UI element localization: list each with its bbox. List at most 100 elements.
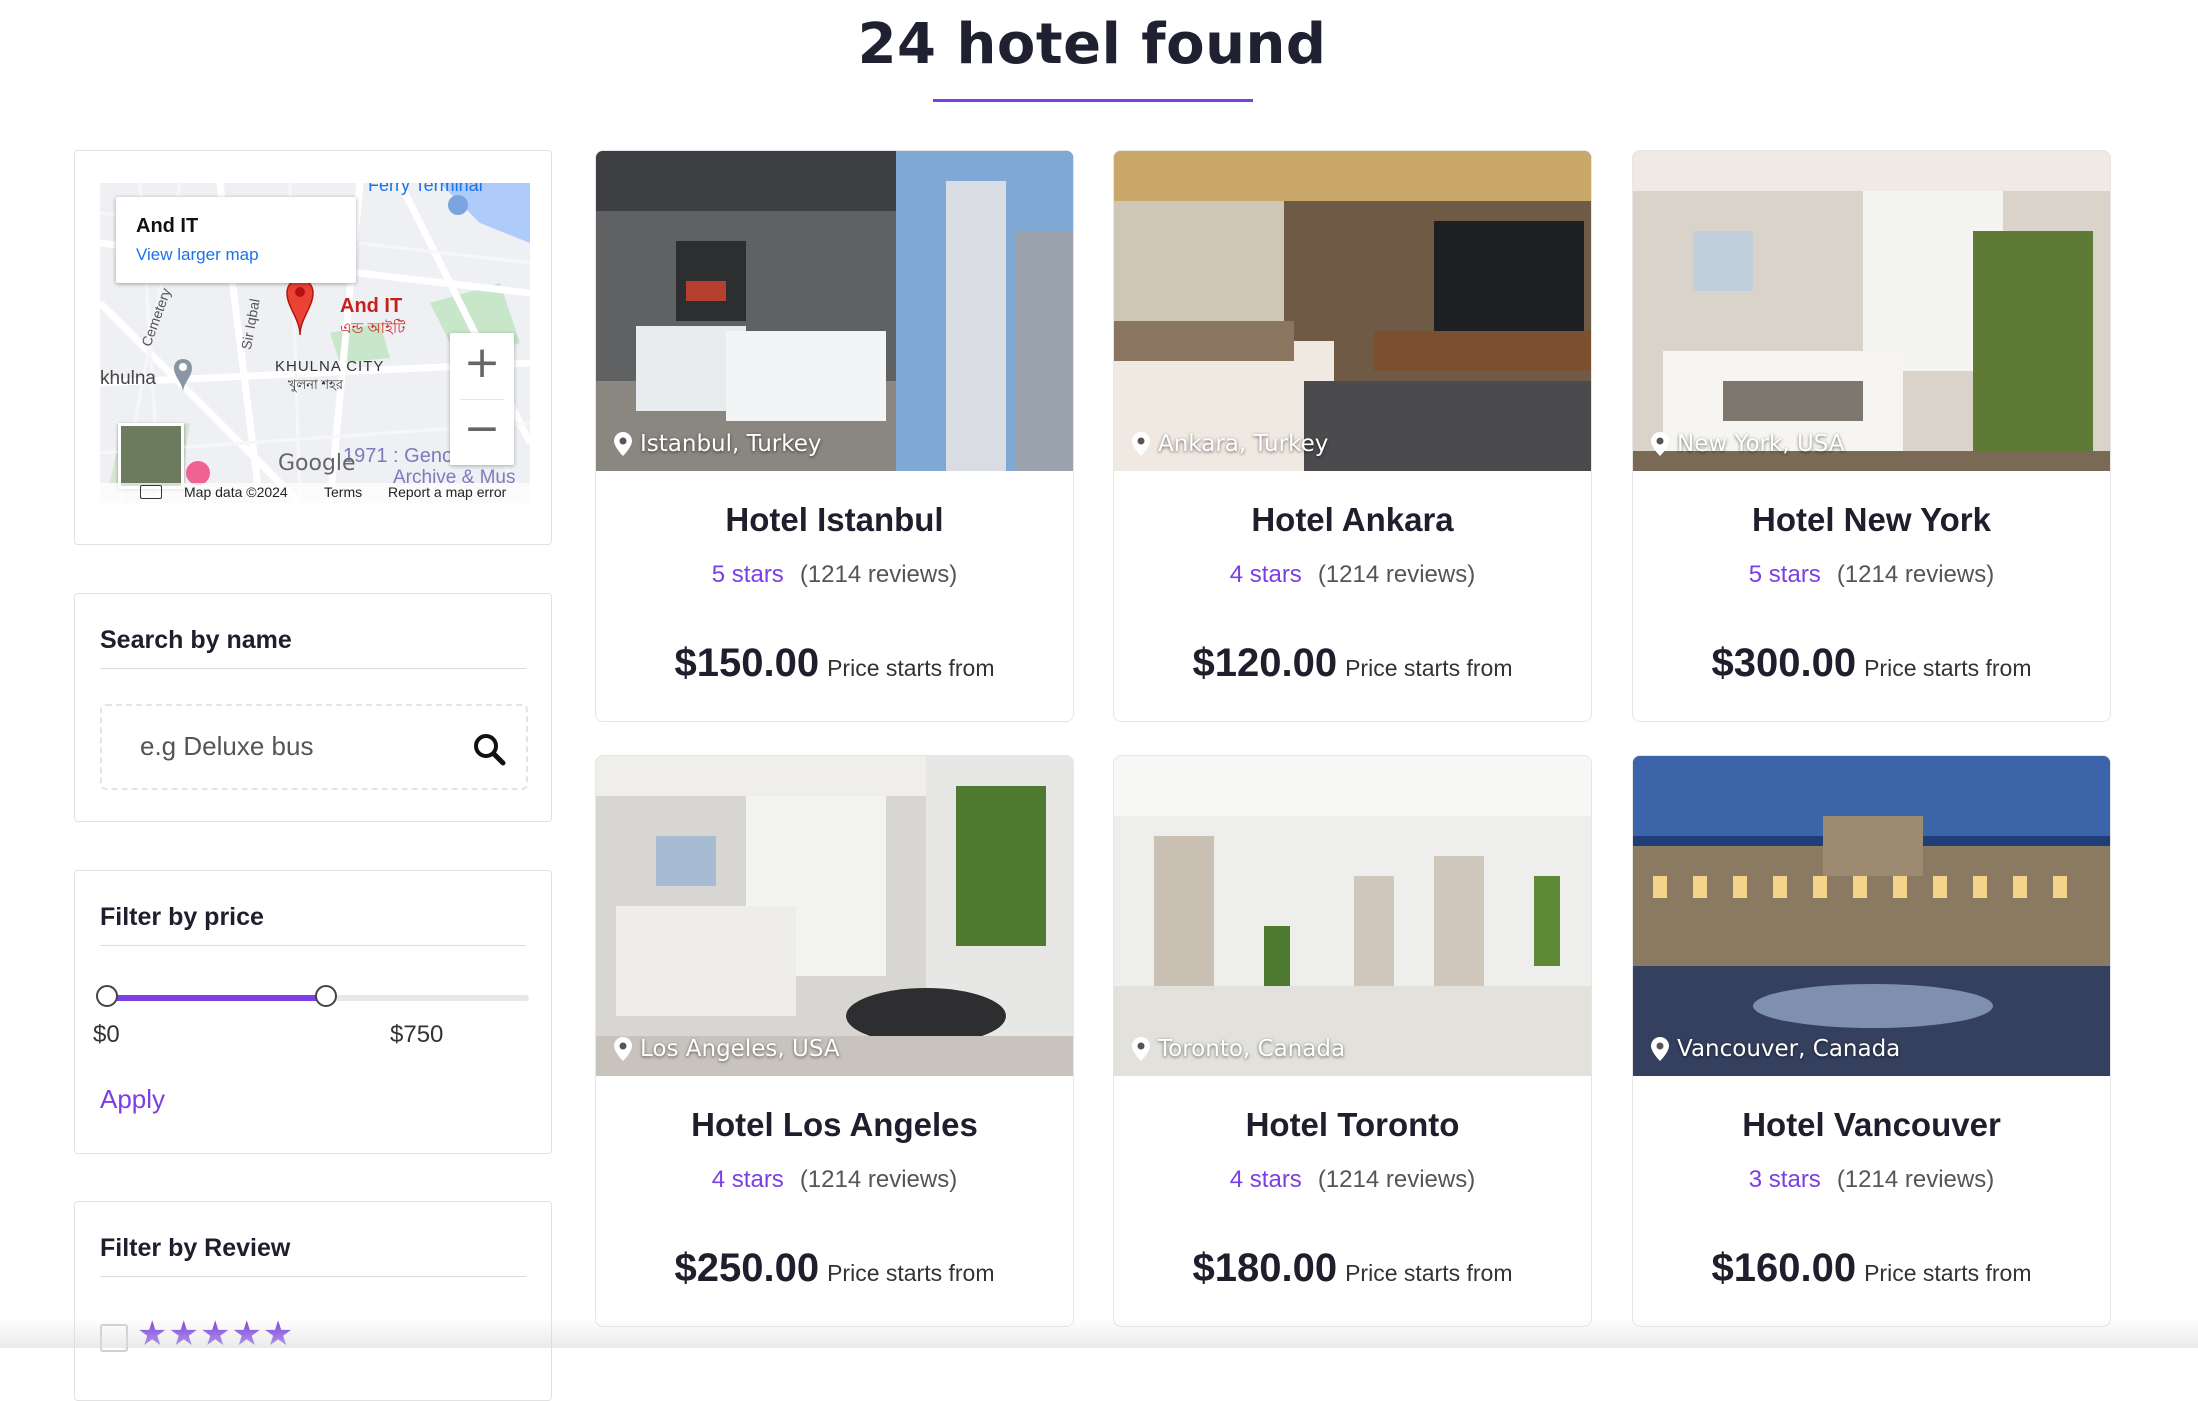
hotel-price: $160.00 Price starts from [1633,1246,2110,1291]
title-underline [933,99,1253,102]
price-max-label: $750 [390,1021,444,1048]
hotel-rating: 4 stars (1214 reviews) [596,1166,1073,1194]
location-pin-icon [614,432,632,456]
hotel-location: Los Angeles, USA [614,1036,840,1062]
hotel-price-value: $150.00 [674,641,820,685]
hotel-photo[interactable]: Los Angeles, USA [596,756,1073,1076]
hotel-photo-image [1114,151,1591,471]
page-title: 24 hotel found [857,12,1327,77]
map-pin-label-bn: এন্ড আইটি [340,320,406,337]
hotel-price-value: $300.00 [1711,641,1857,685]
map-data-text: Map data ©2024 [184,484,288,500]
map-info-card: And IT View larger map [116,197,356,283]
hotel-card[interactable]: New York, USA Hotel New York 5 stars (121… [1632,150,2111,722]
hotel-stars[interactable]: 5 stars [1749,561,1821,588]
keyboard-icon[interactable] [140,485,162,499]
hotel-name[interactable]: Hotel Ankara [1114,501,1591,539]
location-pin-icon [1132,432,1150,456]
hotel-reviews: (1214 reviews) [799,561,958,588]
map-report-link[interactable]: Report a map error [388,484,506,500]
hotel-stars[interactable]: 5 stars [712,561,784,588]
five-stars-icon: ★★★★★ [137,1314,295,1354]
hotel-name[interactable]: Hotel Vancouver [1633,1106,2110,1144]
hotel-photo-image [596,151,1073,471]
divider [100,945,526,946]
hotel-location-text: Ankara, Turkey [1158,431,1329,457]
map-terms-link[interactable]: Terms [324,484,362,500]
hotel-name[interactable]: Hotel New York [1633,501,2110,539]
map-pin-label: And IT [340,295,403,317]
hotel-name[interactable]: Hotel Istanbul [596,501,1073,539]
hotel-stars[interactable]: 4 stars [1230,1166,1302,1193]
hotel-name[interactable]: Hotel Toronto [1114,1106,1591,1144]
embedded-map[interactable]: And IT এন্ড আইটি KHULNA CITY খুলনা শহর k… [100,183,530,503]
review-filter-box: Filter by Review ★★★★★ [74,1201,552,1401]
hotel-location: Vancouver, Canada [1651,1036,1900,1062]
price-max-handle[interactable] [315,985,338,1007]
search-icon[interactable] [472,732,506,766]
hotel-price-value: $180.00 [1192,1246,1338,1290]
divider [100,1276,526,1277]
search-input[interactable] [138,730,442,763]
hotel-price-note: Price starts from [827,1260,995,1286]
satellite-toggle[interactable] [118,423,184,489]
hotel-price: $180.00 Price starts from [1114,1246,1591,1291]
hotel-photo[interactable]: New York, USA [1633,151,2110,471]
hotel-location: Toronto, Canada [1132,1036,1345,1062]
hotel-location: New York, USA [1651,431,1845,457]
hotel-reviews: (1214 reviews) [799,1166,958,1193]
price-filter-box: Filter by price $0 $750 Apply [74,870,552,1154]
price-range-slider[interactable] [96,985,529,1007]
hotel-photo[interactable]: Istanbul, Turkey [596,151,1073,471]
price-range-fill [107,995,327,1001]
hotel-location: Ankara, Turkey [1132,431,1328,457]
apply-button[interactable]: Apply [100,1084,165,1115]
hotel-price: $120.00 Price starts from [1114,641,1591,686]
hotel-card[interactable]: Los Angeles, USA Hotel Los Angeles 4 sta… [595,755,1074,1327]
hotel-price-note: Price starts from [1864,1260,2032,1286]
zoom-out-button[interactable]: − [450,399,514,463]
hotel-photo[interactable]: Vancouver, Canada [1633,756,2110,1076]
divider [100,668,526,669]
hotel-card[interactable]: Toronto, Canada Hotel Toronto 4 stars (12… [1113,755,1592,1327]
hotel-price-value: $120.00 [1192,641,1338,685]
hotel-photo[interactable]: Toronto, Canada [1114,756,1591,1076]
location-pin-icon [614,1037,632,1061]
hotel-rating: 5 stars (1214 reviews) [596,561,1073,589]
hotel-photo[interactable]: Ankara, Turkey [1114,151,1591,471]
hotel-location-text: Toronto, Canada [1158,1036,1346,1062]
map-footer: Map data ©2024 Terms Report a map error [100,483,530,503]
zoom-in-button[interactable]: + [450,333,514,397]
hotel-price: $250.00 Price starts from [596,1246,1073,1291]
hotel-card[interactable]: Istanbul, Turkey Hotel Istanbul 5 stars (… [595,150,1074,722]
price-min-handle[interactable] [96,985,118,1007]
hotel-stars[interactable]: 3 stars [1749,1166,1821,1193]
price-min-label: $0 [93,1021,120,1048]
review-filter-title: Filter by Review [100,1234,291,1262]
search-box: Search by name [74,593,552,822]
search-title: Search by name [100,626,292,654]
view-larger-map-link[interactable]: View larger map [136,245,259,265]
hotel-location-text: Vancouver, Canada [1677,1036,1901,1062]
hotel-stars[interactable]: 4 stars [712,1166,784,1193]
hotel-price-value: $160.00 [1711,1246,1857,1290]
map-zoom-control: + − [450,333,514,465]
google-logo: Google [278,451,356,476]
search-field[interactable] [100,704,528,790]
hotel-stars[interactable]: 4 stars [1230,561,1302,588]
hotel-location-text: Los Angeles, USA [640,1036,840,1062]
hotel-card[interactable]: Ankara, Turkey Hotel Ankara 4 stars (1214… [1113,150,1592,722]
hotel-location-text: Istanbul, Turkey [640,431,822,457]
hotel-price-note: Price starts from [1345,1260,1513,1286]
hotel-rating: 5 stars (1214 reviews) [1633,561,2110,589]
location-pin-icon [1651,1037,1669,1061]
hotel-name[interactable]: Hotel Los Angeles [596,1106,1073,1144]
hotel-price: $300.00 Price starts from [1633,641,2110,686]
hotel-rating: 3 stars (1214 reviews) [1633,1166,2110,1194]
map-top-label: Ferry Terminal [368,183,483,195]
hotel-reviews: (1214 reviews) [1836,561,1995,588]
map-area-label: KHULNA CITY [275,358,385,375]
hotel-location: Istanbul, Turkey [614,431,822,457]
hotel-card[interactable]: Vancouver, Canada Hotel Vancouver 3 star… [1632,755,2111,1327]
hotel-photo-image [1633,151,2110,471]
